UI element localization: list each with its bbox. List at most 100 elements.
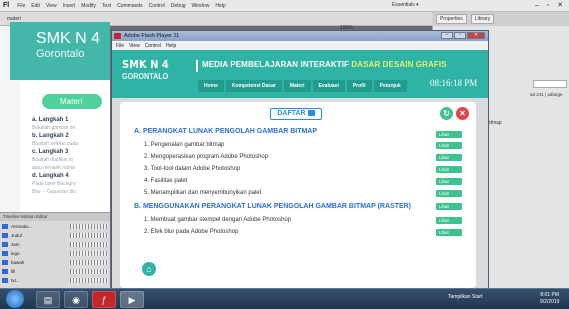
flash-icon[interactable]: ƒ (92, 291, 116, 308)
flash-player-icon (114, 33, 121, 39)
minimize-button[interactable]: – (441, 32, 453, 39)
tab-properties[interactable]: Properties (436, 14, 467, 24)
window-controls: – ▫ ✕ (441, 32, 485, 39)
frames[interactable] (70, 269, 108, 274)
open-item-button[interactable]: Lihat (436, 131, 462, 138)
timeline-tabs[interactable]: Timeline Motion Editor (0, 213, 110, 221)
layer-name: fill (11, 269, 16, 274)
menu-help[interactable]: Help (166, 43, 176, 49)
tab-library[interactable]: Library (470, 14, 495, 24)
frames[interactable] (70, 278, 108, 283)
stage-school-city: Gorontalo (36, 48, 85, 60)
exit-button[interactable]: ✕ (456, 107, 469, 120)
stage-materi-button: Materi (42, 94, 102, 109)
nav-kompetensi-dasar[interactable]: Kompetensi Dasar (225, 80, 282, 92)
school-name: SMK N 4 (122, 58, 169, 71)
lesson-title: a. Langkah 1 (32, 117, 69, 123)
lesson-title: c. Langkah 3 (32, 149, 69, 155)
lesson-sub: Buatlah duplikat la (32, 157, 73, 163)
layer-name: Judul (11, 233, 22, 238)
menu-window[interactable]: Window (192, 3, 210, 9)
frames[interactable] (70, 233, 108, 238)
list-icon (307, 110, 315, 116)
frames[interactable] (70, 224, 108, 229)
layer-icon (2, 251, 8, 256)
layer-row[interactable]: fill (2, 268, 108, 275)
open-item-button[interactable]: Lihat (436, 190, 462, 197)
layer-row[interactable]: Animatio... (2, 223, 108, 230)
app-title-main: MEDIA PEMBELAJARAN INTERAKTIF (202, 60, 350, 69)
library-search-input[interactable] (533, 80, 567, 88)
layer-name: Animatio... (11, 224, 33, 229)
main-nav: Home Kompetensi Dasar Materi Evaluasi Pr… (198, 80, 407, 92)
nav-profil[interactable]: Profil (346, 80, 372, 92)
layer-icon (2, 233, 8, 238)
menu-commands[interactable]: Commands (117, 3, 143, 9)
flash-player-taskbar-icon[interactable]: ▶ (120, 291, 144, 308)
layer-name: Jam (11, 242, 20, 247)
ide-window-controls[interactable]: – ▫ ✕ (535, 1, 566, 9)
tray-date: 9/2/2019 (540, 299, 560, 305)
menu-view[interactable]: View (129, 43, 140, 49)
right-panel-header: Properties Library (432, 12, 569, 26)
layer-name: txt... (11, 278, 20, 283)
nav-evaluasi[interactable]: Evaluasi (312, 80, 345, 92)
open-item-button[interactable]: Lihat (436, 154, 462, 161)
open-item-button[interactable]: Lihat (436, 229, 462, 236)
list-item: 1. Pengenalan gambar bitmap (144, 142, 225, 148)
open-item-button[interactable]: Lihat (436, 178, 462, 185)
open-item-button[interactable]: Lihat (436, 166, 462, 173)
tray-clock[interactable]: 8:01 PM 9/2/2019 (540, 292, 559, 306)
app-title: MEDIA PEMBELAJARAN INTERAKTIF DASAR DESA… (202, 60, 447, 69)
layer-row[interactable]: Jam (2, 241, 108, 248)
timeline-panel: Timeline Motion Editor Animatio... Judul… (0, 212, 110, 288)
section-heading: B. MENGGUNAKAN PERANGKAT LUNAK PENGOLAH … (134, 203, 412, 210)
frames[interactable] (70, 251, 108, 256)
list-item: 3. Tool-tool dalam Adobe Photoshop (144, 166, 241, 172)
lesson-title: b. Langkah 2 (32, 133, 69, 139)
menu-insert[interactable]: Insert (63, 3, 76, 9)
layer-row[interactable]: Judul (2, 232, 108, 239)
nav-petunjuk[interactable]: Petunjuk (373, 80, 407, 92)
layer-row[interactable]: txt... (2, 277, 108, 284)
menu-control[interactable]: Control (149, 3, 165, 9)
nav-materi[interactable]: Materi (283, 80, 311, 92)
refresh-button[interactable]: ↻ (440, 107, 453, 120)
stage-school-name: SMK N 4 (36, 30, 101, 47)
frames[interactable] (70, 242, 108, 247)
open-item-button[interactable]: Lihat (436, 203, 462, 210)
menu-text[interactable]: Text (102, 3, 111, 9)
library-item[interactable]: ad 241 | adlarge (530, 92, 562, 97)
player-content: SMK N 4 GORONTALO MEDIA PEMBELAJARAN INT… (112, 50, 488, 291)
explorer-icon[interactable]: ▤ (36, 291, 60, 308)
menu-edit[interactable]: Edit (31, 3, 40, 9)
layer-row[interactable]: logo (2, 250, 108, 257)
list-item: 5. Menampilkan dan menyembunyikan palet (144, 190, 262, 196)
workspace-switcher[interactable]: Essentials ▾ (392, 2, 419, 8)
open-item-button[interactable]: Lihat (436, 217, 462, 224)
open-item-button[interactable]: Lihat (436, 142, 462, 149)
menu-control[interactable]: Control (145, 43, 161, 49)
tray-label[interactable]: Tampilkan Start (448, 294, 482, 300)
section-heading: A. PERANGKAT LUNAK PENGOLAH GAMBAR BITMA… (134, 128, 318, 135)
flash-player-window: Adobe Flash Player 11 – ▫ ✕ File View Co… (111, 30, 489, 292)
menu-debug[interactable]: Debug (171, 3, 186, 9)
close-button[interactable]: ✕ (467, 32, 485, 39)
menu-modify[interactable]: Modify (81, 3, 96, 9)
menu-view[interactable]: View (46, 3, 57, 9)
start-button[interactable] (6, 290, 24, 308)
window-titlebar[interactable]: Adobe Flash Player 11 – ▫ ✕ (112, 31, 488, 41)
layer-row[interactable]: bawah (2, 259, 108, 266)
chrome-icon[interactable]: ◉ (64, 291, 88, 308)
menu-help[interactable]: Help (215, 3, 225, 9)
menu-file[interactable]: File (116, 43, 124, 49)
title-divider (196, 60, 198, 72)
layer-icon (2, 260, 8, 265)
home-button[interactable]: ⌂ (142, 262, 156, 276)
list-item: 2. Mengoperasikan program Adobe Photosho… (144, 154, 269, 160)
maximize-button[interactable]: ▫ (454, 32, 466, 39)
menu-file[interactable]: File (17, 3, 25, 9)
list-item: 2. Efek blur pada Adobe Photoshop (144, 229, 239, 235)
frames[interactable] (70, 260, 108, 265)
nav-home[interactable]: Home (198, 80, 224, 92)
